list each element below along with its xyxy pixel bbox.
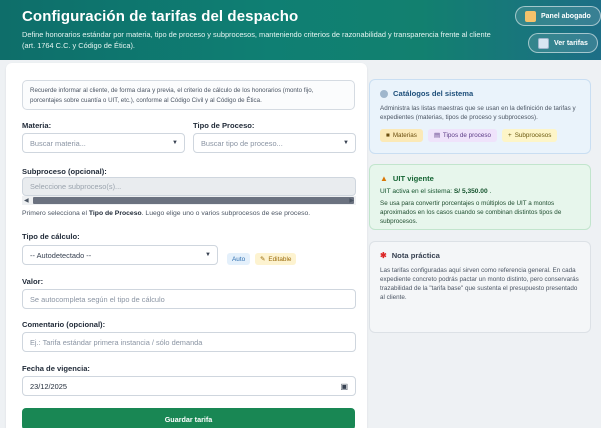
editable-badge-label: Editable [268,255,292,263]
materias-chip[interactable]: ■ Materias [380,129,423,142]
chevron-down-icon: ▼ [205,252,211,258]
comentario-label: Comentario (opcional): [22,320,106,329]
uit-title-row: ▲ UIT vigente [380,174,580,183]
materia-placeholder: Buscar materia... [30,138,86,148]
guardar-tarifa-button[interactable]: Guardar tarifa [22,408,355,428]
info-note: Recuerde informar al cliente, de forma c… [22,80,355,110]
plus-icon: + [508,132,512,139]
materia-label: Materia: [22,121,52,130]
fecha-vigencia-input[interactable]: 23/12/2025 ▣ [22,376,356,396]
fecha-vigencia-label: Fecha de vigencia: [22,364,90,373]
tipo-calculo-select[interactable]: -- Autodetectado -- ▼ [22,245,218,265]
subproceso-scrollbar[interactable]: ◀ ▶ [22,196,356,205]
practica-text: Las tarifas configuradas aquí sirven com… [380,267,579,301]
scroll-right-icon[interactable]: ▶ [349,197,354,204]
tipos-proceso-chip[interactable]: ▤ Tipos de proceso [427,129,497,142]
comentario-placeholder: Ej.: Tarifa estándar primera instancia /… [30,337,203,347]
uit-active-line: UIT activa en el sistema: S/ 5,350.00 . [380,188,492,195]
chevron-down-icon: ▼ [343,140,349,146]
gear-icon [380,89,388,98]
uit-title: UIT vigente [392,174,434,183]
scrollbar-thumb[interactable] [33,197,354,204]
practica-title-row: ✱ Nota práctica [380,251,580,260]
editable-badge: ✎ Editable [255,253,297,265]
tipo-proceso-placeholder: Buscar tipo de proceso... [201,138,283,148]
practica-title: Nota práctica [391,251,440,260]
fecha-vigencia-value: 23/12/2025 [30,381,67,391]
pin-icon: ✱ [380,251,387,260]
subprocesos-chip[interactable]: + Subprocesos [502,129,558,142]
ver-tarifas-button[interactable]: Ver tarifas [528,33,598,53]
panel-abogado-button[interactable]: Panel abogado [515,6,601,26]
ver-tarifas-label: Ver tarifas [554,39,588,47]
calendar-icon[interactable]: ▣ [340,382,348,391]
panel-abogado-label: Panel abogado [541,12,591,20]
page-title: Configuración de tarifas del despacho [22,8,299,25]
valor-label: Valor: [22,277,44,286]
catalogos-title-row: Catálogos del sistema [380,89,580,98]
catalogos-panel: Catálogos del sistema Administra las lis… [369,79,591,154]
auto-badge: Auto [227,253,251,265]
catalogos-title: Catálogos del sistema [393,89,474,98]
subproceso-multiselect[interactable]: Seleccione subproceso(s)... [22,177,356,196]
materia-select[interactable]: Buscar materia... ▼ [22,133,185,153]
uit-value: S/ 5,350.00 [453,188,488,195]
nota-practica-panel: ✱ Nota práctica Las tarifas configuradas… [369,241,591,333]
scroll-left-icon[interactable]: ◀ [24,197,29,204]
valor-placeholder: Se autocompleta según el tipo de cálculo [30,294,165,304]
uit-panel: ▲ UIT vigente UIT activa en el sistema: … [369,164,591,230]
list-icon: ▤ [433,132,440,139]
page-subtitle: Define honorarios estándar por materia, … [22,30,491,50]
page-header: Configuración de tarifas del despacho De… [0,0,601,60]
subproceso-placeholder: Seleccione subproceso(s)... [30,182,122,191]
comentario-input[interactable]: Ej.: Tarifa estándar primera instancia /… [22,332,356,352]
catalogos-text: Administra las listas maestras que se us… [380,105,576,121]
chevron-down-icon: ▼ [172,140,178,146]
subproceso-label: Subproceso (opcional): [22,167,107,176]
tipo-calculo-label: Tipo de cálculo: [22,232,80,241]
tipo-calculo-value: -- Autodetectado -- [30,250,92,260]
uit-text: Se usa para convertir porcentajes o múlt… [380,200,562,225]
subproceso-hint: Primero selecciona el Tipo de Proceso. L… [22,210,311,217]
tipo-proceso-label: Tipo de Proceso: [193,121,255,130]
folder-icon: ■ [386,132,390,139]
money-bag-icon: ▲ [380,174,388,183]
pencil-icon: ✎ [260,256,266,263]
table-icon [538,37,549,49]
catalogos-chips: ■ Materias ▤ Tipos de proceso + Subprocesos [380,129,580,142]
briefcase-icon [525,10,536,22]
valor-input[interactable]: Se autocompleta según el tipo de cálculo [22,289,356,309]
tipo-proceso-select[interactable]: Buscar tipo de proceso... ▼ [193,133,356,153]
